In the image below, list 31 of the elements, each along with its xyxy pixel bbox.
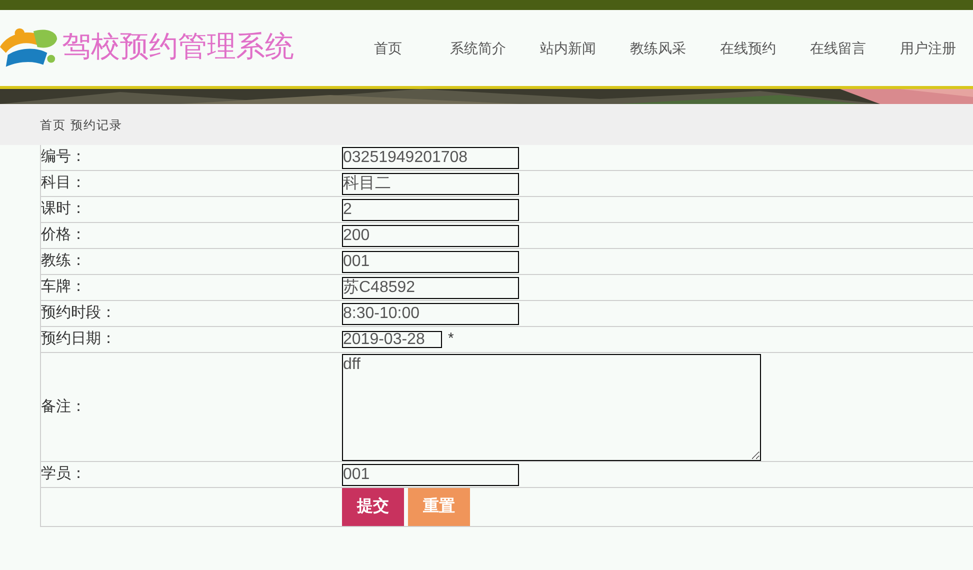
nav-link[interactable]: 在线留言 <box>793 38 883 58</box>
text-field[interactable]: 001 <box>342 250 519 272</box>
text-field[interactable]: 2 <box>342 198 519 220</box>
text-field[interactable]: 8:30-10:00 <box>342 302 519 324</box>
field-label: 编号： <box>41 147 86 168</box>
text-field[interactable]: 200 <box>342 224 519 246</box>
field-label: 课时： <box>41 199 86 220</box>
field-label: 教练： <box>41 251 86 272</box>
field-label: 备注： <box>41 396 86 417</box>
text-field[interactable]: 03251949201708 <box>342 146 519 168</box>
required-mark: * <box>448 329 454 350</box>
field-label: 价格： <box>41 225 86 246</box>
date-field[interactable]: 2019-03-28 <box>342 331 442 348</box>
nav-link[interactable]: 站内新闻 <box>523 38 613 58</box>
text-field[interactable]: 001 <box>342 464 519 486</box>
field-label: 科目： <box>41 173 86 194</box>
nav-link[interactable]: 教练风采 <box>613 38 703 58</box>
nav-link[interactable]: 首页 <box>343 38 433 58</box>
remarks-field[interactable]: dff <box>342 354 761 460</box>
field-label: 学员： <box>41 464 86 484</box>
breadcrumb: 首页 预约记录 <box>40 116 122 134</box>
submit-button[interactable]: 提交 <box>342 488 404 526</box>
site-title: 驾校预约管理系统 <box>62 30 294 66</box>
field-label: 预约日期： <box>41 329 116 350</box>
field-label: 车牌： <box>41 277 86 298</box>
text-field[interactable]: 苏C48592 <box>342 276 519 298</box>
nav-link[interactable]: 用户注册 <box>883 38 973 58</box>
field-label: 预约时段： <box>41 303 116 324</box>
nav-link[interactable]: 系统简介 <box>433 38 523 58</box>
text-field[interactable]: 科目二 <box>342 172 519 194</box>
nav-link[interactable]: 在线预约 <box>703 38 793 58</box>
